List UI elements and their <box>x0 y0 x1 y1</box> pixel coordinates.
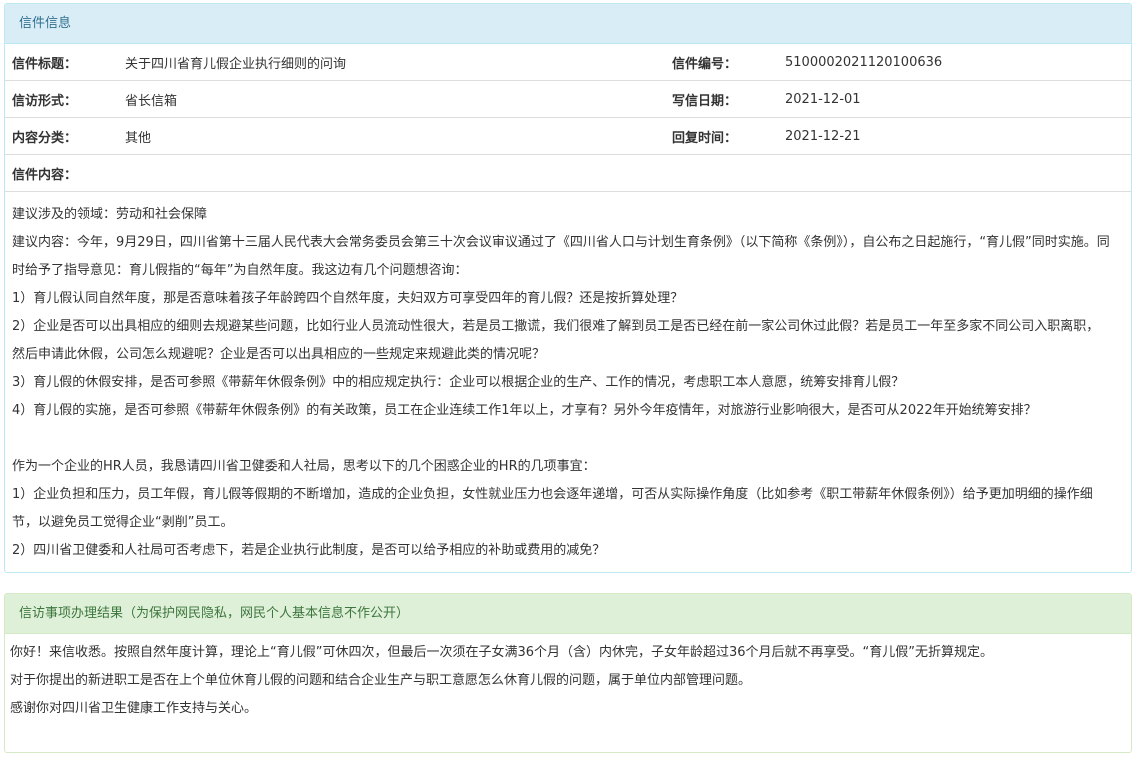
result-paragraph: 你好！来信收悉。按照自然年度计算，理论上“育儿假”可休四次，但最后一次须在子女满… <box>10 645 994 660</box>
category-label: 内容分类： <box>5 117 125 155</box>
content-label: 信件内容： <box>5 154 125 192</box>
date-value: 2021-12-01 <box>785 80 1131 118</box>
form-value: 省长信箱 <box>125 80 665 118</box>
content-paragraph: 作为一个企业的HR人员，我恳请四川省卫健委和人社局，思考以下的几个困惑企业的HR… <box>12 459 596 474</box>
reply-time-value: 2021-12-21 <box>785 117 1131 155</box>
content-paragraph: 建议涉及的领域：劳动和社会保障 <box>12 207 208 222</box>
info-row-category: 内容分类： 其他 回复时间： 2021-12-21 <box>5 117 1131 155</box>
content-blank-line <box>12 425 1111 453</box>
number-label: 信件编号： <box>665 44 785 81</box>
result-heading: 信访事项办理结果（为保护网民隐私，网民个人基本信息不作公开） <box>5 594 1131 634</box>
form-label: 信访形式： <box>5 80 125 118</box>
result-paragraph: 感谢你对四川省卫生健康工作支持与关心。 <box>10 701 258 716</box>
result-content: 你好！来信收悉。按照自然年度计算，理论上“育儿假”可休四次，但最后一次须在子女满… <box>5 634 1131 723</box>
content-paragraph: 2）四川省卫健委和人社局可否考虑下，若是企业执行此制度，是否可以给予相应的补助或… <box>12 543 606 558</box>
info-row-form: 信访形式： 省长信箱 写信日期： 2021-12-01 <box>5 80 1131 118</box>
content-paragraph: 1）育儿假认同自然年度，那是否意味着孩子年龄跨四个自然年度，夫妇双方可享受四年的… <box>12 291 684 306</box>
number-value: 5100002021120100636 <box>785 44 1131 81</box>
title-value: 关于四川省育儿假企业执行细则的问询 <box>125 44 665 81</box>
info-row-title: 信件标题： 关于四川省育儿假企业执行细则的问询 信件编号： 5100002021… <box>5 44 1131 81</box>
letter-info-heading: 信件信息 <box>5 4 1131 44</box>
content-paragraph: 1）企业负担和压力，员工年假，育儿假等假期的不断增加，造成的企业负担，女性就业压… <box>12 487 1093 530</box>
content-paragraph: 3）育儿假的休假安排，是否可参照《带薪年休假条例》中的相应规定执行：企业可以根据… <box>12 375 905 390</box>
category-value: 其他 <box>125 117 665 155</box>
letter-content: 建议涉及的领域：劳动和社会保障 建议内容：今年，9月29日，四川省第十三届人民代… <box>5 192 1131 565</box>
letter-info-panel: 信件信息 信件标题： 关于四川省育儿假企业执行细则的问询 信件编号： 51000… <box>4 3 1132 573</box>
content-paragraph: 4）育儿假的实施，是否可参照《带薪年休假条例》的有关政策，员工在企业连续工作1年… <box>12 403 1037 418</box>
content-paragraph: 建议内容：今年，9月29日，四川省第十三届人民代表大会常务委员会第三十次会议审议… <box>12 235 1110 278</box>
result-panel: 信访事项办理结果（为保护网民隐私，网民个人基本信息不作公开） 你好！来信收悉。按… <box>4 593 1132 753</box>
info-row-content: 信件内容： <box>5 154 1131 192</box>
date-label: 写信日期： <box>665 80 785 118</box>
letter-info-table: 信件标题： 关于四川省育儿假企业执行细则的问询 信件编号： 5100002021… <box>5 44 1131 192</box>
reply-time-label: 回复时间： <box>665 117 785 155</box>
content-paragraph: 2）企业是否可以出具相应的细则去规避某些问题，比如行业人员流动性很大，若是员工撒… <box>12 319 1100 362</box>
result-paragraph: 对于你提出的新进职工是否在上个单位休育儿假的问题和结合企业生产与职工意愿怎么休育… <box>10 673 752 688</box>
title-label: 信件标题： <box>5 44 125 81</box>
content-label-spacer <box>125 154 1131 192</box>
